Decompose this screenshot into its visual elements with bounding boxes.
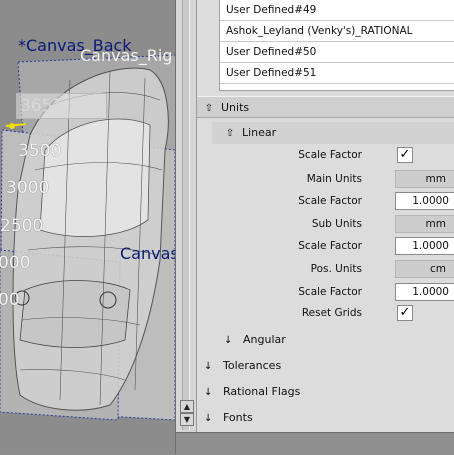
reset-grids-checkbox[interactable]: ✓ <box>397 305 413 321</box>
scroll-up-icon[interactable]: ▲ <box>180 400 194 413</box>
list-item[interactable]: Ashok_Leyland (Venky's)_RATIONAL <box>220 21 454 42</box>
main-units-row: Main Units mm <box>212 169 454 189</box>
reset-grids-label: Reset Grids <box>301 307 362 319</box>
panel-bottom-edge <box>176 432 454 455</box>
fonts-section-label: Fonts <box>223 411 253 424</box>
list-item[interactable]: User Defined#49 <box>220 0 454 21</box>
scroll-down-icon[interactable]: ▼ <box>180 413 194 426</box>
canvas-side-label[interactable]: Canvas <box>120 244 179 263</box>
main-scale-row: Scale Factor 1.0000 <box>212 191 454 211</box>
collapsed-icon: ↓ <box>204 387 213 398</box>
modeling-viewport[interactable]: *Canvas_Back Canvas_Rig Canvas 3651.05 3… <box>0 0 180 454</box>
rational-flags-section-label: Rational Flags <box>223 385 301 398</box>
car-grille <box>19 280 131 348</box>
expanded-icon: ⇧ <box>225 128 235 139</box>
scale-factor-label: Scale Factor <box>298 149 362 161</box>
fonts-section-header[interactable]: ↓ Fonts <box>204 407 253 429</box>
ruler-label: 00 <box>0 290 20 310</box>
ruler-label: 000 <box>0 253 31 273</box>
pos-scale-field[interactable]: 1.0000 <box>395 283 454 301</box>
main-units-label: Main Units <box>306 173 362 185</box>
main-units-selector[interactable]: mm <box>395 170 454 188</box>
sub-scale-row: Scale Factor 1.0000 <box>212 236 454 256</box>
tolerances-section-label: Tolerances <box>223 359 282 372</box>
units-section-header[interactable]: ⇧ Units <box>197 96 454 118</box>
sub-units-label: Sub Units <box>311 218 362 230</box>
scrollbar-track[interactable] <box>182 0 190 430</box>
pos-scale-label: Scale Factor <box>298 286 362 298</box>
sub-scale-field[interactable]: 1.0000 <box>395 237 454 255</box>
panel-scrollbar[interactable]: ▲ ▼ <box>176 0 197 432</box>
angular-section-label: Angular <box>243 333 286 346</box>
sub-units-row: Sub Units mm <box>212 214 454 234</box>
main-scale-label: Scale Factor <box>298 195 362 207</box>
construction-options-panel: ▲ ▼ User Defined#49 Ashok_Leyland (Venky… <box>175 0 454 455</box>
preset-list[interactable]: User Defined#49 Ashok_Leyland (Venky's)_… <box>219 0 454 91</box>
ruler-label: 3000 <box>6 178 50 198</box>
scale-factor-checkbox[interactable]: ✓ <box>397 147 413 163</box>
sub-scale-label: Scale Factor <box>298 240 362 252</box>
collapsed-icon: ↓ <box>204 413 213 424</box>
pos-units-selector[interactable]: cm <box>395 260 454 278</box>
collapsed-icon: ↓ <box>224 335 233 346</box>
coordinate-readout: 3651.05 <box>16 93 107 119</box>
pos-units-row: Pos. Units cm <box>212 259 454 279</box>
scale-factor-row: Scale Factor ✓ <box>212 145 454 165</box>
list-item[interactable]: User Defined#51 <box>220 63 454 84</box>
pos-units-label: Pos. Units <box>310 263 362 275</box>
ruler-label: 2500 <box>0 216 44 236</box>
reset-grids-row: Reset Grids ✓ <box>212 303 454 323</box>
canvas-right-label[interactable]: Canvas_Rig <box>80 46 172 65</box>
collapsed-icon: ↓ <box>204 361 213 372</box>
angular-section-header[interactable]: ↓ Angular <box>224 329 286 351</box>
rational-flags-section-header[interactable]: ↓ Rational Flags <box>204 381 300 403</box>
linear-section-label: Linear <box>242 126 277 139</box>
expanded-icon: ⇧ <box>204 103 214 114</box>
units-section-label: Units <box>221 101 250 114</box>
sub-units-selector[interactable]: mm <box>395 215 454 233</box>
pos-scale-row: Scale Factor 1.0000 <box>212 282 454 302</box>
tolerances-section-header[interactable]: ↓ Tolerances <box>204 355 281 377</box>
linear-section-header[interactable]: ⇧ Linear <box>212 122 454 144</box>
main-scale-field[interactable]: 1.0000 <box>395 192 454 210</box>
ruler-label: 3500 <box>18 141 62 161</box>
list-item[interactable]: User Defined#50 <box>220 42 454 63</box>
